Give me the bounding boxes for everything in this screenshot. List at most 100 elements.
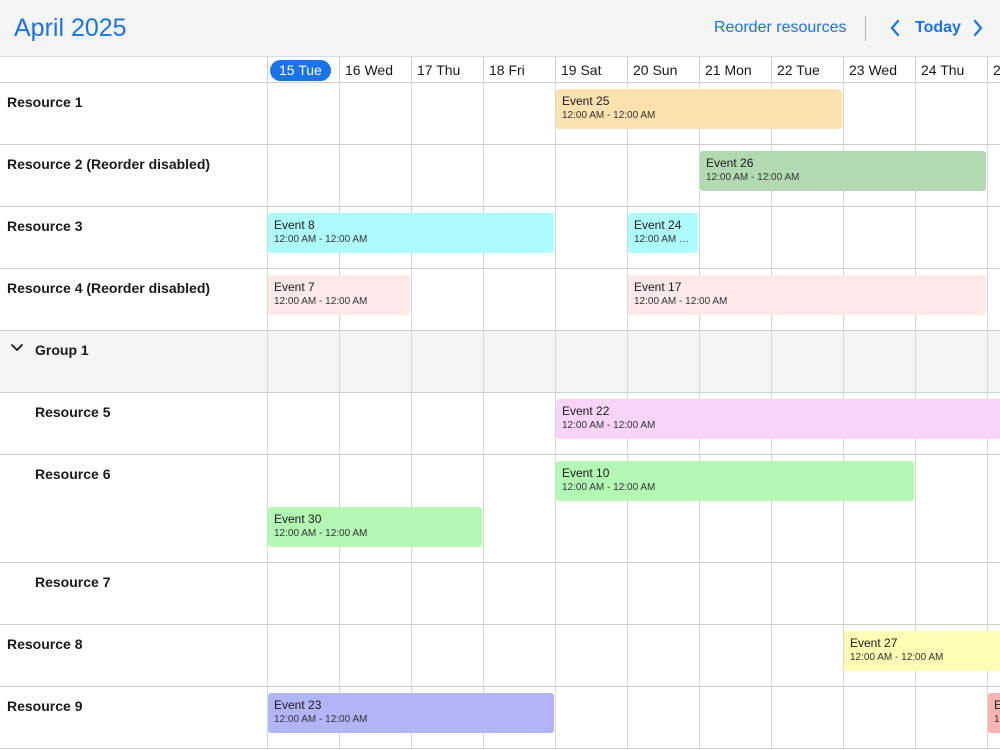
event-block[interactable]: Event 22 12:00 AM - 12:00 AM: [556, 399, 1000, 439]
event-block[interactable]: Event 23 12:00 AM - 12:00 AM: [268, 693, 554, 733]
event-title: Event 30: [274, 512, 322, 526]
day-header-7: 22 Tue: [771, 57, 843, 82]
event-block[interactable]: Event 25 12:00 AM - 12:00 AM: [556, 89, 842, 129]
resource-row: Resource 3 Event 8 12:00 AM - 12:00 AM Even…: [0, 207, 1000, 269]
day-header-2: 17 Thu: [411, 57, 483, 82]
day-header-5: 20 Sun: [627, 57, 699, 82]
day-label: 16 Wed: [345, 62, 393, 78]
grid-line: [987, 207, 988, 268]
resource-label: Resource 1: [7, 94, 83, 110]
grid-line: [987, 83, 988, 144]
event-block[interactable]: Event 7 12:00 AM - 12:00 AM: [268, 275, 410, 315]
grid-line: [483, 625, 484, 686]
today-button[interactable]: Today: [915, 19, 961, 37]
grid-line: [627, 145, 628, 206]
grid-line: [411, 331, 412, 392]
day-header-1: 16 Wed: [339, 57, 411, 82]
event-block[interactable]: Event 24 12:00 AM - ...: [628, 213, 698, 253]
day-label: 18 Fri: [489, 62, 525, 78]
event-title: Event 22: [562, 404, 610, 418]
event-title: Event 23: [274, 698, 322, 712]
event-title: Event 25: [562, 94, 610, 108]
event-time: 1: [994, 714, 1000, 725]
event-title: E: [994, 698, 1000, 712]
grid-line: [915, 455, 916, 562]
grid-line: [411, 269, 412, 330]
day-label: 25: [993, 62, 1000, 78]
grid-line: [771, 625, 772, 686]
previous-button[interactable]: [884, 16, 906, 40]
resource-row: Resource 4 (Reorder disabled) Event 7 12:0…: [0, 269, 1000, 331]
grid-line: [411, 145, 412, 206]
grid-line: [411, 563, 412, 624]
event-block[interactable]: E1: [988, 693, 1000, 733]
day-header-9: 24 Thu: [915, 57, 987, 82]
day-header-10: 25: [987, 57, 1000, 82]
event-block[interactable]: Event 27 12:00 AM - 12:00 AM: [844, 631, 1000, 671]
resource-label: Resource 7: [35, 574, 111, 590]
day-label: 22 Tue: [777, 62, 820, 78]
chevron-right-icon: [973, 19, 983, 37]
event-block[interactable]: Event 10 12:00 AM - 12:00 AM: [556, 461, 914, 501]
day-label: 21 Mon: [705, 62, 752, 78]
grid-line: [699, 331, 700, 392]
event-time: 12:00 AM - 12:00 AM: [274, 296, 368, 307]
event-time: 12:00 AM - 12:00 AM: [562, 420, 656, 431]
event-time: 12:00 AM - 12:00 AM: [274, 234, 368, 245]
grid-line: [339, 625, 340, 686]
grid-line: [843, 331, 844, 392]
grid-line: [771, 207, 772, 268]
event-block[interactable]: Event 30 12:00 AM - 12:00 AM: [268, 507, 482, 547]
event-time: 12:00 AM - ...: [634, 234, 692, 245]
grid-line: [555, 687, 556, 748]
next-button[interactable]: [967, 16, 989, 40]
resource-label: Resource 4 (Reorder disabled): [7, 280, 211, 296]
grid-line: [267, 83, 268, 144]
event-block[interactable]: Event 26 12:00 AM - 12:00 AM: [700, 151, 986, 191]
grid-line: [987, 145, 988, 206]
event-time: 12:00 AM - 12:00 AM: [850, 652, 944, 663]
event-title: Event 17: [634, 280, 682, 294]
day-label: 17 Thu: [417, 62, 461, 78]
grid-line: [843, 687, 844, 748]
resource-label: Resource 2 (Reorder disabled): [7, 156, 211, 172]
event-title: Event 27: [850, 636, 898, 650]
event-time: 12:00 AM - 12:00 AM: [562, 482, 656, 493]
grid-line: [267, 563, 268, 624]
grid-line: [699, 207, 700, 268]
grid-line: [771, 331, 772, 392]
event-title: Event 26: [706, 156, 754, 170]
resource-label: Resource 6: [35, 466, 111, 482]
event-block[interactable]: Event 8 12:00 AM - 12:00 AM: [268, 213, 554, 253]
grid-line: [483, 455, 484, 562]
resource-label: Resource 9: [7, 698, 83, 714]
grid-line: [555, 145, 556, 206]
event-time: 12:00 AM - 12:00 AM: [634, 296, 728, 307]
resource-label: Resource 3: [7, 218, 83, 234]
grid-line: [771, 563, 772, 624]
grid-line: [483, 563, 484, 624]
resource-row: Resource 6 Event 10 12:00 AM - 12:00 AM Eve…: [0, 455, 1000, 563]
resource-label: Resource 8: [7, 636, 83, 652]
resource-row: Resource 2 (Reorder disabled) Event 26 12:…: [0, 145, 1000, 207]
today-date-badge: 15 Tue: [270, 60, 331, 81]
calendar-header: April 2025 Reorder resources Today: [0, 0, 1000, 57]
grid-line: [627, 687, 628, 748]
event-block[interactable]: Event 17 12:00 AM - 12:00 AM: [628, 275, 986, 315]
grid-line: [699, 563, 700, 624]
grid-line: [843, 207, 844, 268]
resource-row: Resource 8 Event 27 12:00 AM - 12:00 AM: [0, 625, 1000, 687]
event-title: Event 10: [562, 466, 610, 480]
event-time: 12:00 AM - 12:00 AM: [274, 528, 368, 539]
reorder-resources-button[interactable]: Reorder resources: [714, 19, 847, 37]
day-label: 20 Sun: [633, 62, 678, 78]
day-label: 23 Wed: [849, 62, 897, 78]
grid-line: [339, 145, 340, 206]
grid-line: [483, 83, 484, 144]
chevron-down-icon[interactable]: [11, 343, 23, 353]
grid-line: [627, 625, 628, 686]
header-divider: [865, 16, 866, 41]
day-label: 19 Sat: [561, 62, 602, 78]
event-time: 12:00 AM - 12:00 AM: [706, 172, 800, 183]
grid-line: [339, 83, 340, 144]
